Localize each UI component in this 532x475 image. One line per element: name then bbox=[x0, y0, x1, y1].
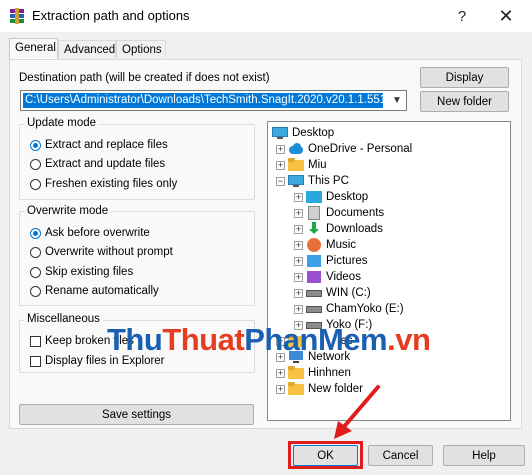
destination-label: Destination path (will be created if doe… bbox=[19, 72, 270, 84]
radio-selected[interactable] bbox=[30, 227, 41, 239]
ok-highlight-box bbox=[288, 441, 363, 469]
desktop-folder-icon bbox=[306, 190, 322, 204]
tree-item-downloads[interactable]: + Downloads bbox=[294, 221, 383, 237]
tree-item-videos[interactable]: + Videos bbox=[294, 269, 361, 285]
destination-path-combo[interactable]: C:\Users\Administrator\Downloads\TechSmi… bbox=[20, 90, 407, 111]
tree-item-drive-c[interactable]: + WIN (C:) bbox=[294, 285, 371, 301]
desktop-icon bbox=[272, 126, 288, 140]
tree-item-documents[interactable]: + Documents bbox=[294, 205, 384, 221]
radio-selected[interactable] bbox=[30, 139, 41, 151]
winrar-icon bbox=[10, 8, 24, 24]
folder-icon bbox=[288, 382, 304, 396]
help-title-button[interactable]: ? bbox=[440, 0, 484, 32]
radio-skip-existing[interactable]: Skip existing files bbox=[30, 264, 133, 280]
radio-extract-replace[interactable]: Extract and replace files bbox=[30, 137, 168, 153]
title-bar: Extraction path and options ? ✕ bbox=[0, 0, 532, 32]
help-button[interactable]: Help bbox=[443, 445, 525, 466]
tab-advanced[interactable]: Advanced bbox=[58, 40, 116, 58]
tab-options[interactable]: Options bbox=[116, 40, 166, 58]
radio-unselected[interactable] bbox=[30, 246, 41, 258]
overwrite-mode-title: Overwrite mode bbox=[24, 205, 112, 217]
onedrive-icon bbox=[288, 142, 304, 156]
drive-icon bbox=[306, 286, 322, 300]
misc-title: Miscellaneous bbox=[24, 313, 103, 325]
documents-icon bbox=[306, 206, 322, 220]
radio-unselected[interactable] bbox=[30, 285, 41, 297]
window-title: Extraction path and options bbox=[32, 8, 190, 23]
collapse-icon[interactable]: − bbox=[276, 176, 285, 186]
folder-icon bbox=[288, 366, 304, 380]
tree-item-desktop-root[interactable]: Desktop bbox=[272, 125, 334, 141]
computer-icon bbox=[288, 174, 304, 188]
expand-icon[interactable]: + bbox=[276, 368, 285, 378]
folder-tree[interactable]: Desktop + OneDrive - Personal + Miu − Th… bbox=[267, 121, 511, 421]
checkbox-box[interactable] bbox=[30, 335, 41, 347]
radio-unselected[interactable] bbox=[30, 178, 41, 190]
pictures-icon bbox=[306, 254, 322, 268]
tree-item-onedrive[interactable]: + OneDrive - Personal bbox=[276, 141, 412, 157]
radio-overwrite-without-prompt[interactable]: Overwrite without prompt bbox=[30, 244, 173, 260]
close-button[interactable]: ✕ bbox=[484, 0, 528, 32]
expand-icon[interactable]: + bbox=[294, 240, 303, 250]
expand-icon[interactable]: + bbox=[276, 160, 285, 170]
folder-icon bbox=[288, 158, 304, 172]
expand-icon[interactable]: + bbox=[294, 224, 303, 234]
update-mode-title: Update mode bbox=[24, 117, 100, 129]
radio-freshen[interactable]: Freshen existing files only bbox=[30, 176, 177, 192]
expand-icon[interactable]: + bbox=[294, 192, 303, 202]
red-arrow-icon bbox=[334, 385, 380, 439]
chevron-down-icon[interactable]: ▼ bbox=[390, 93, 404, 108]
expand-icon[interactable]: + bbox=[294, 288, 303, 298]
cancel-button[interactable]: Cancel bbox=[368, 445, 433, 466]
drive-icon bbox=[306, 302, 322, 316]
watermark-logo: ThuThuatPhanMem.vn bbox=[107, 322, 431, 357]
expand-icon[interactable]: + bbox=[294, 272, 303, 282]
radio-unselected[interactable] bbox=[30, 266, 41, 278]
radio-unselected[interactable] bbox=[30, 158, 41, 170]
tree-item-music[interactable]: + Music bbox=[294, 237, 356, 253]
radio-extract-update[interactable]: Extract and update files bbox=[30, 156, 165, 172]
tree-item-this-pc[interactable]: − This PC bbox=[276, 173, 349, 189]
tab-general[interactable]: General bbox=[9, 38, 58, 60]
new-folder-button[interactable]: New folder bbox=[420, 91, 509, 112]
radio-rename-auto[interactable]: Rename automatically bbox=[30, 283, 159, 299]
save-settings-button[interactable]: Save settings bbox=[19, 404, 254, 425]
radio-ask-before[interactable]: Ask before overwrite bbox=[30, 225, 150, 241]
tree-item-miu[interactable]: + Miu bbox=[276, 157, 327, 173]
expand-icon[interactable]: + bbox=[294, 304, 303, 314]
expand-icon[interactable]: + bbox=[294, 208, 303, 218]
downloads-icon bbox=[306, 222, 322, 236]
videos-icon bbox=[306, 270, 322, 284]
checkbox-box[interactable] bbox=[30, 355, 41, 367]
tree-item-pc-desktop[interactable]: + Desktop bbox=[294, 189, 368, 205]
expand-icon[interactable]: + bbox=[294, 256, 303, 266]
tree-item-hinhnen[interactable]: + Hinhnen bbox=[276, 365, 351, 381]
display-button[interactable]: Display bbox=[420, 67, 509, 88]
tree-item-drive-e[interactable]: + ChamYoko (E:) bbox=[294, 301, 404, 317]
destination-path-value: C:\Users\Administrator\Downloads\TechSmi… bbox=[23, 93, 383, 108]
music-icon bbox=[306, 238, 322, 252]
expand-icon[interactable]: + bbox=[276, 384, 285, 394]
expand-icon[interactable]: + bbox=[276, 144, 285, 154]
tree-item-pictures[interactable]: + Pictures bbox=[294, 253, 368, 269]
